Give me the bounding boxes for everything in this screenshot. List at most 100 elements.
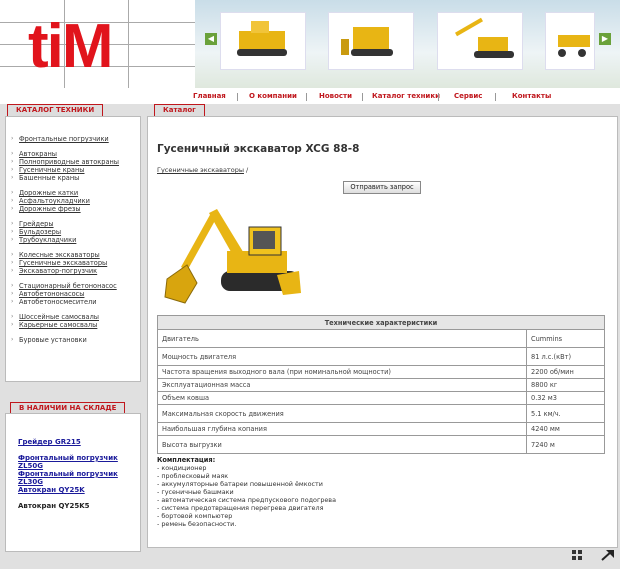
table-row: Мощность двигателя 81 л.с.(кВт) [157,347,605,366]
sidebar-item-label: Полноприводные автокраны [19,158,120,166]
sidebar-item[interactable]: › Колесные экскаваторы [9,251,133,259]
arrow-up-right-icon[interactable] [601,550,614,561]
bullet-icon: › [11,282,14,289]
sidebar-item[interactable]: › Грейдеры [9,220,133,228]
equipment-item: - проблесковый маяк [157,472,229,480]
bullet-icon: › [11,220,14,227]
bullet-icon: › [11,251,14,258]
sidebar-item[interactable]: › Асфальтоукладчики [9,197,133,205]
nav-item-about[interactable]: О компании [249,92,297,100]
specs-table: Технические характеристики Двигатель Cumm… [157,315,605,454]
list-gap [9,143,133,150]
sidebar-item[interactable]: › Карьерные самосвалы [9,321,133,329]
sidebar-item-label: Автобетоносмесители [19,298,97,306]
stock-item[interactable]: Фронтальный погрузчик ZL50G [18,454,138,470]
spec-value: Cummins [526,329,605,348]
banner-thumb-grader[interactable] [545,12,595,70]
excavator-bucket [164,264,198,304]
sidebar-item[interactable]: › Дорожные катки [9,189,133,197]
expand-icon[interactable] [572,550,582,560]
breadcrumb-link[interactable]: Гусеничные экскаваторы [157,166,244,174]
send-request-button[interactable]: Отправить запрос [343,181,421,194]
spec-value: 4240 мм [526,422,605,436]
spec-name: Частота вращения выходного вала (при ном… [157,365,527,379]
catalog-list: › Фронтальные погрузчики › Автокраны › Полноп… [9,135,133,344]
nav-item-service[interactable]: Сервис [454,92,482,100]
spec-name: Высота выгрузки [157,435,527,454]
stock-item[interactable]: Фронтальный погрузчик ZL30G [18,470,138,486]
banner-thumb-excavator[interactable] [437,12,523,70]
sidebar-item[interactable]: › Шоссейные самосвалы [9,313,133,321]
bullet-icon: › [11,259,14,266]
footer-icons [572,550,614,561]
spec-value: 0.32 м3 [526,391,605,405]
sidebar-item-label: Карьерные самосвалы [19,321,98,329]
sidebar-item[interactable]: › Трубоукладчики [9,236,133,244]
spec-name: Объем ковша [157,391,527,405]
sidebar-item-label: Трубоукладчики [19,236,77,244]
stock-list: Грейдер GR215 Фронтальный погрузчик ZL50G… [18,438,138,518]
list-gap [9,244,133,251]
sidebar-item-label: Башенные краны [19,174,80,182]
sidebar-item[interactable]: › Фронтальные погрузчики [9,135,133,143]
sidebar-item-label: Колесные экскаваторы [19,251,100,259]
bullet-icon: › [11,298,14,305]
table-row: Наибольшая глубина копания 4240 мм [157,422,605,436]
sidebar-item[interactable]: › Гусеничные краны [9,166,133,174]
sidebar-item[interactable]: › Автокраны [9,150,133,158]
bullet-icon: › [11,166,14,173]
equipment-item: - автоматическая система предпускового п… [157,496,336,504]
stock-item[interactable]: Автокран QY25K [18,486,138,502]
company-logo[interactable]: tiM [28,16,114,78]
spec-name: Двигатель [157,329,527,348]
nav-item-news[interactable]: Новости [319,92,352,100]
list-gap [9,213,133,220]
sidebar-item[interactable]: › Дорожные фрезы [9,205,133,213]
equipment-item: - кондиционер [157,464,207,472]
sidebar-item-label: Гусеничные экскаваторы [19,259,108,267]
equipment-title: Комплектация: [157,456,216,464]
next-arrow-icon[interactable]: ▶ [599,33,611,45]
list-gap [9,306,133,313]
sidebar-item[interactable]: › Автобетононасосы [9,290,133,298]
sidebar-item-label: Буровые установки [19,336,87,344]
sidebar-item[interactable]: › Экскаватор-погрузчик [9,267,133,275]
sidebar-item[interactable]: › Стационарный бетононасос [9,282,133,290]
sidebar-item[interactable]: › Гусеничные экскаваторы [9,259,133,267]
nav-item-catalog[interactable]: Каталог техники [372,92,440,100]
spec-name: Эксплуатационная масса [157,378,527,392]
prev-arrow-icon[interactable]: ◀ [205,33,217,45]
sidebar-item-label: Экскаватор-погрузчик [19,267,98,275]
nav-item-home[interactable]: Главная [193,92,226,100]
nav-item-contacts[interactable]: Контакты [512,92,551,100]
excavator-window [253,231,275,249]
sidebar-item-label: Шоссейные самосвалы [19,313,99,321]
bullet-icon: › [11,158,14,165]
header-banner: ◀ ▶ [195,0,620,88]
logo-area: tiM [0,0,195,88]
bullet-icon: › [11,313,14,320]
sidebar-item[interactable]: › Полноприводные автокраны [9,158,133,166]
bullet-icon: › [11,150,14,157]
sidebar-item[interactable]: › Бульдозеры [9,228,133,236]
banner-thumb-bulldozer[interactable] [328,12,414,70]
bullet-icon: › [11,205,14,212]
sidebar-item-label: Бульдозеры [19,228,62,236]
bullet-icon: › [11,290,14,297]
equipment-list: - кондиционер - проблесковый маяк - аккуму… [157,464,336,528]
list-gap [9,182,133,189]
list-gap [9,275,133,282]
sidebar-item-label: Асфальтоукладчики [19,197,90,205]
table-row: Эксплуатационная масса 8800 кг [157,378,605,392]
content-tab: Каталог [154,104,205,116]
stock-item[interactable]: Грейдер GR215 [18,438,138,454]
breadcrumb-separator: / [246,166,249,174]
spec-name: Мощность двигателя [157,347,527,366]
bullet-icon: › [11,321,14,328]
sidebar-item-label: Фронтальные погрузчики [19,135,109,143]
sidebar-item: › Башенные краны [9,174,133,182]
spec-value: 2200 об/мин [526,365,605,379]
bullet-icon: › [11,174,14,181]
banner-thumb-paver[interactable] [220,12,306,70]
product-image[interactable] [157,205,305,313]
